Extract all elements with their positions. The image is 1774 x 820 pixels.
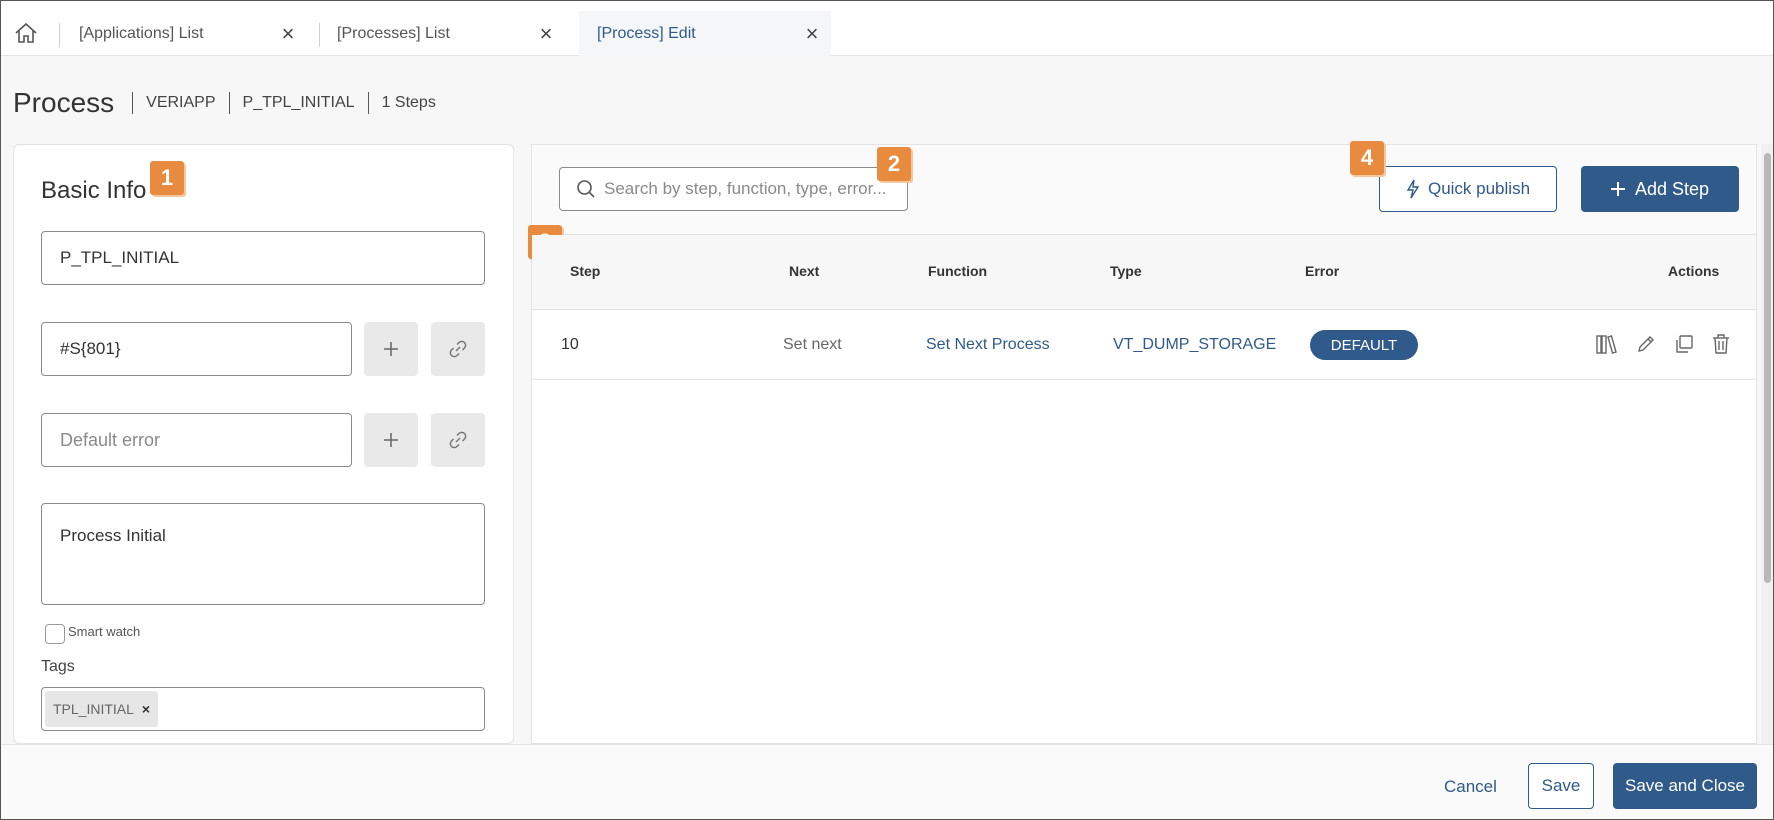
link-start-button[interactable] [431,322,485,376]
tab-process-edit[interactable]: [Process] Edit × [579,11,831,56]
step-function-link[interactable]: Set Next Process [926,336,1050,354]
lightning-icon [1406,179,1420,199]
basic-info-panel: Basic Info 1 P_TPL_INITIAL #S{801} Defau… [13,144,514,744]
home-icon[interactable] [13,21,39,45]
breadcrumb-process: P_TPL_INITIAL [228,92,368,114]
add-step-button[interactable]: Add Step [1581,166,1739,212]
tab-applications-list[interactable]: [Applications] List × [61,11,307,56]
save-and-close-button[interactable]: Save and Close [1613,763,1757,809]
column-type[interactable]: Type [1110,263,1142,279]
plus-icon [384,342,398,356]
link-icon [449,431,467,449]
edit-icon[interactable] [1634,332,1658,356]
description-textarea[interactable]: Process Initial [41,503,485,605]
step-next: Set next [783,336,842,353]
smart-watch-checkbox[interactable] [45,624,65,644]
remove-tag-icon[interactable]: × [142,701,150,717]
quick-publish-label: Quick publish [1427,179,1531,198]
table-header: Step Next Function Type Error Actions [532,235,1756,310]
page-title: Process [13,87,115,118]
step-number: 10 [561,336,579,353]
search-box[interactable] [559,167,908,211]
link-error-button[interactable] [431,413,485,467]
column-actions: Actions [1668,263,1720,279]
tab-label: [Applications] List [79,24,204,42]
tag-chip: TPL_INITIAL × [45,691,159,727]
trash-icon[interactable] [1709,332,1733,356]
column-next[interactable]: Next [789,263,819,279]
start-step-field[interactable]: #S{801} [41,322,352,376]
breadcrumb-app: VERIAPP [132,92,228,114]
close-icon[interactable]: × [279,22,297,45]
library-icon[interactable] [1595,332,1619,356]
table-row[interactable]: 10 Set next Set Next Process VT_DUMP_STO… [532,310,1756,380]
step-type-link[interactable]: VT_DUMP_STORAGE [1113,336,1276,354]
add-error-button[interactable] [364,413,418,467]
tab-label: [Process] Edit [597,24,696,42]
copy-icon[interactable] [1672,332,1696,356]
tag-chip-label: TPL_INITIAL [53,701,134,717]
process-name-field[interactable]: P_TPL_INITIAL [41,231,485,285]
add-step-label: Add Step [1634,178,1710,199]
breadcrumb-steps: 1 Steps [367,92,449,114]
scrollbar-thumb[interactable] [1764,153,1771,583]
annotation-badge: 4 [1350,141,1384,175]
annotation-badge: 1 [150,161,184,195]
search-icon [576,179,596,199]
steps-toolbar: Quick publish Add Step [532,145,1756,235]
plus-icon [1610,182,1625,196]
error-badge: DEFAULT [1310,330,1418,360]
search-input[interactable] [604,179,904,199]
link-icon [449,340,467,358]
column-function[interactable]: Function [928,263,987,279]
annotation-badge: 2 [877,147,911,181]
add-start-button[interactable] [364,322,418,376]
steps-panel: Quick publish Add Step 2 4 3 Step Next F… [528,141,1757,744]
cancel-button[interactable]: Cancel [1444,777,1497,797]
plus-icon [384,433,398,447]
tab-divider [59,23,60,47]
default-error-field[interactable]: Default error [41,413,352,467]
column-step[interactable]: Step [570,263,600,279]
tags-label: Tags [41,658,75,675]
tab-label: [Processes] List [337,24,450,42]
smart-watch-label: Smart watch [68,624,141,639]
app-window: [Applications] List × [Processes] List ×… [0,0,1774,820]
tags-input[interactable]: TPL_INITIAL × [41,687,485,731]
page-header: Process VERIAPP P_TPL_INITIAL 1 Steps [13,87,449,119]
section-title: Basic Info [41,177,147,204]
column-error[interactable]: Error [1305,263,1339,279]
footer-bar: Cancel Save Save and Close [1,744,1773,819]
close-icon[interactable]: × [537,22,555,45]
close-icon[interactable]: × [803,22,821,45]
save-button[interactable]: Save [1528,763,1594,809]
tab-processes-list[interactable]: [Processes] List × [319,11,565,56]
quick-publish-button[interactable]: Quick publish [1379,166,1557,212]
tab-bar: [Applications] List × [Processes] List ×… [1,1,1773,56]
